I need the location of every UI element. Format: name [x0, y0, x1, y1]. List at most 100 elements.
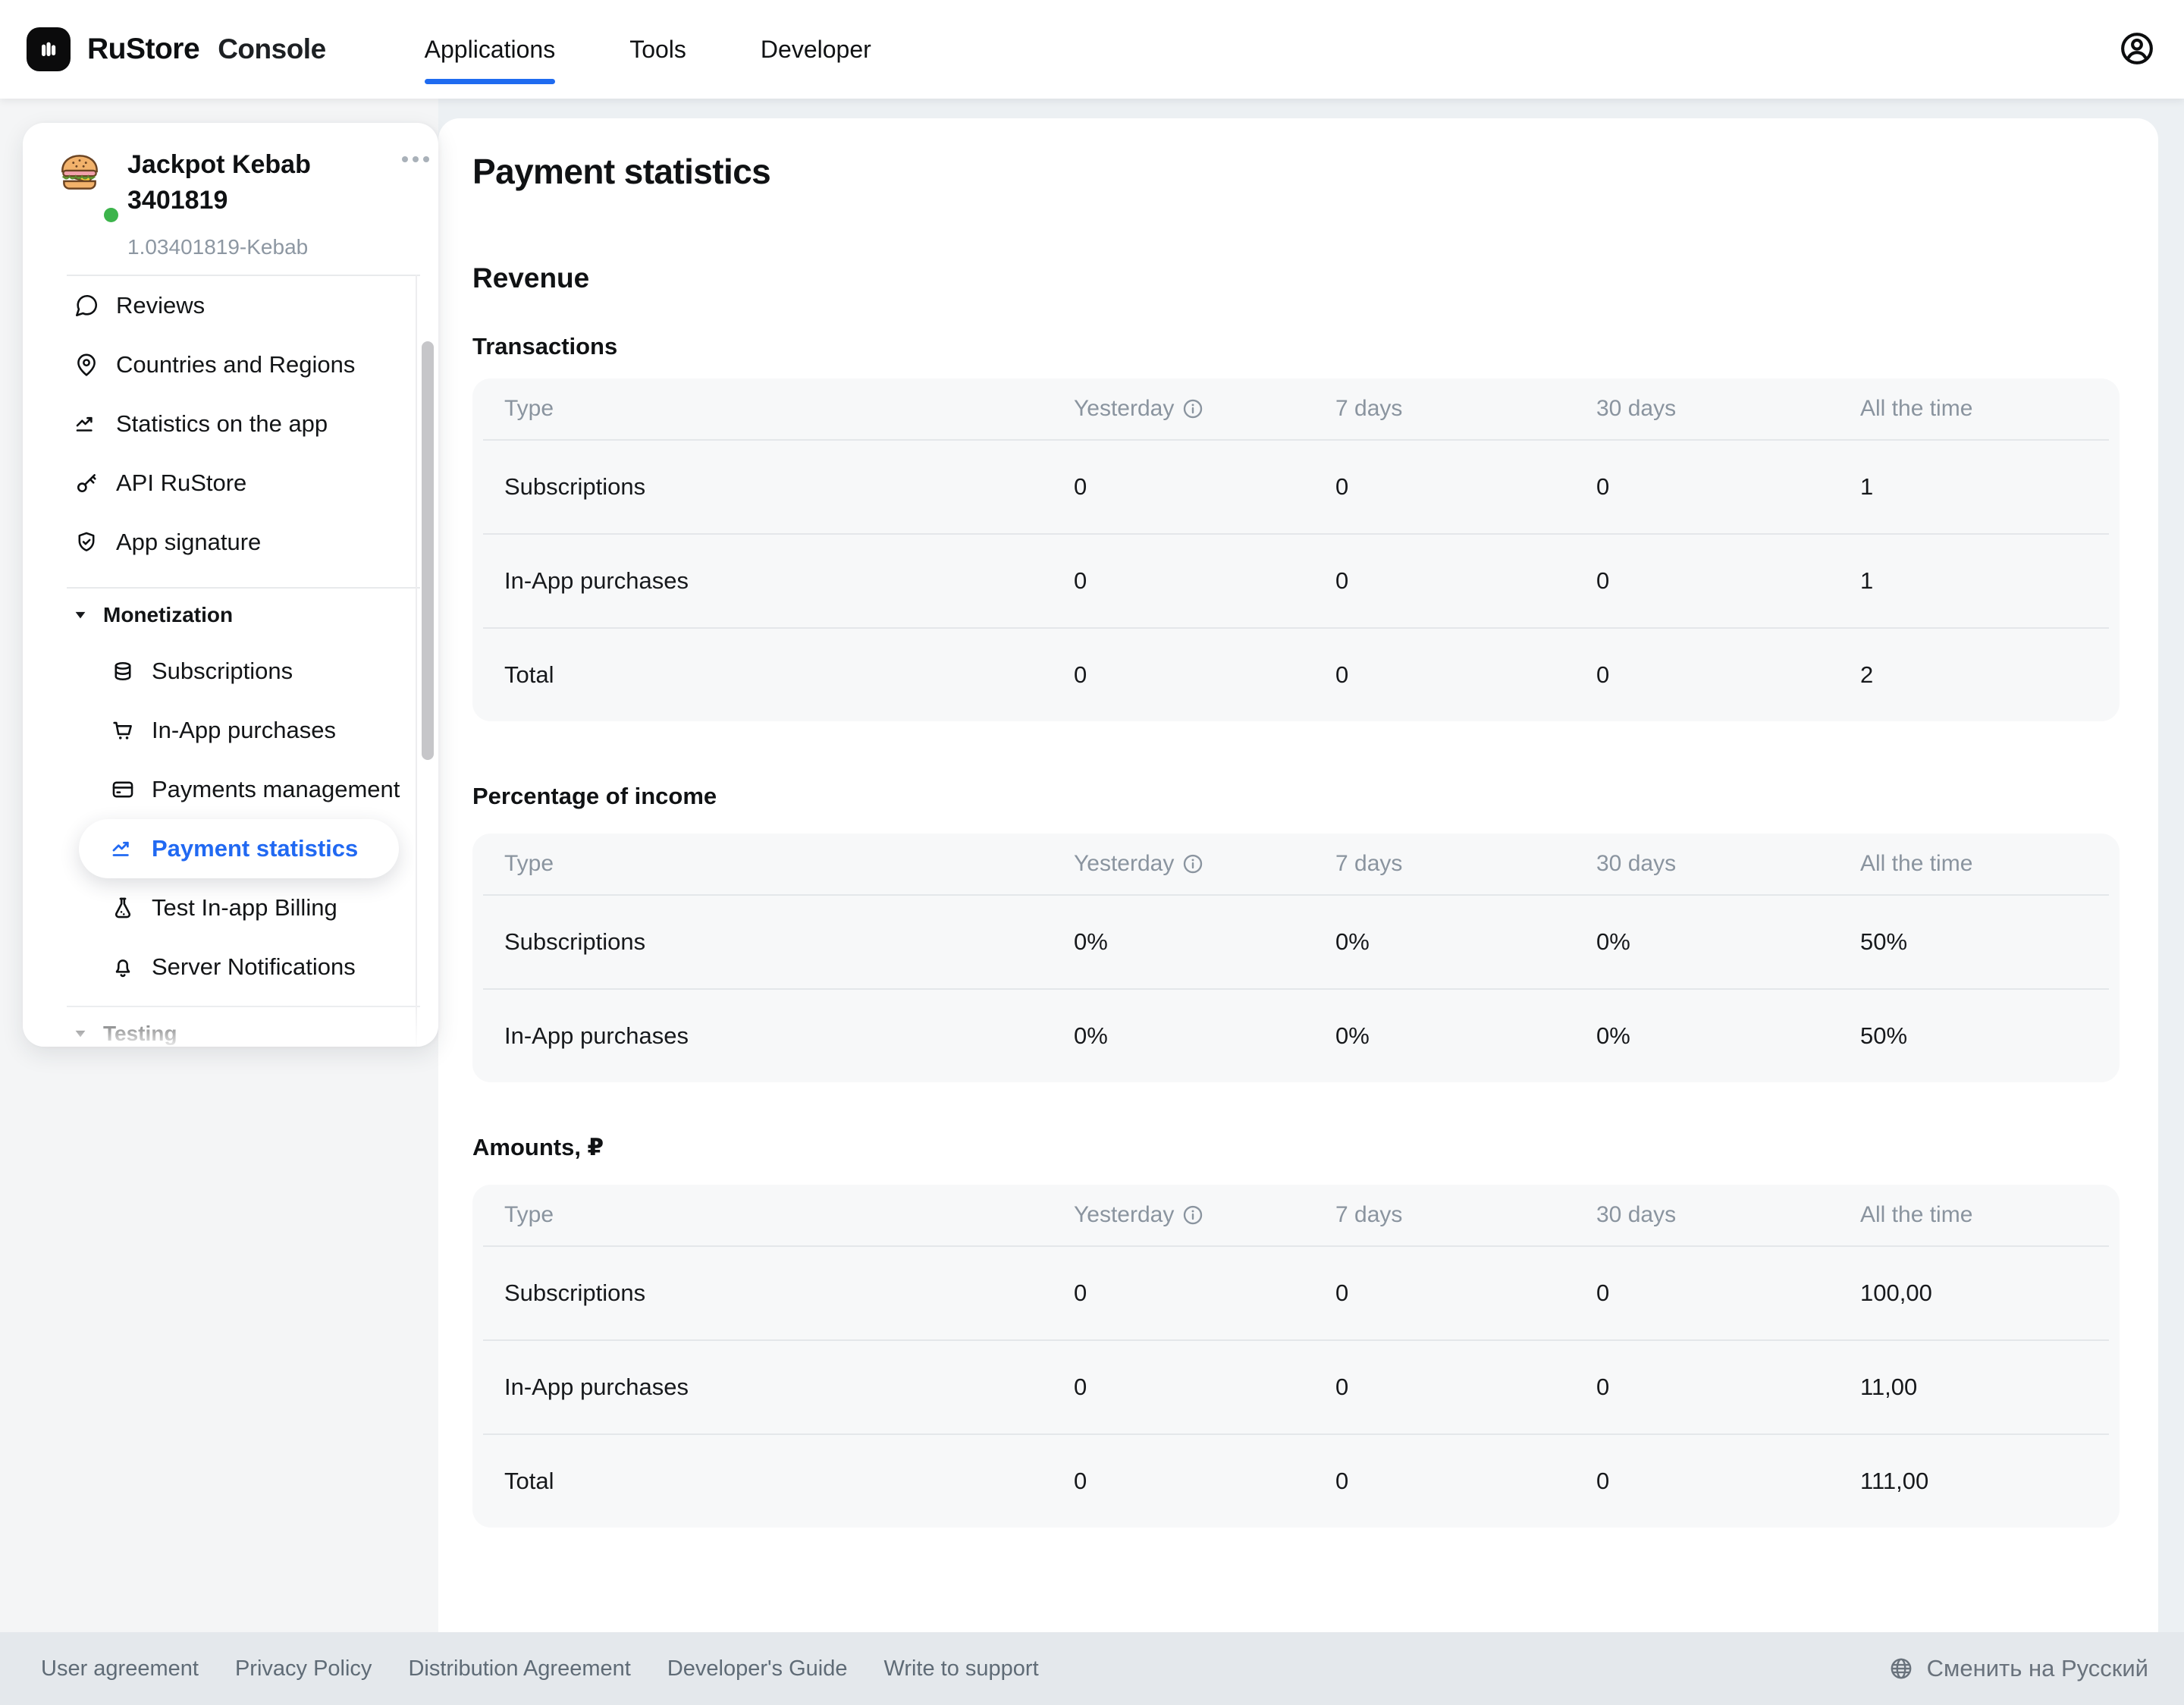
burger-icon [55, 147, 105, 197]
footer-link-distribution-agreement[interactable]: Distribution Agreement [408, 1656, 630, 1681]
table-row: In-App purchases0001 [472, 535, 2120, 627]
table-cell: 0 [1596, 1468, 1860, 1495]
nav-applications[interactable]: Applications [425, 0, 556, 99]
sidebar-item-server-notifications[interactable]: Server Notifications [23, 937, 438, 997]
column-header: 7 days [1335, 1202, 1596, 1228]
table-cell: 0 [1074, 567, 1335, 595]
table-cell: 0% [1596, 928, 1860, 956]
flask-icon [110, 895, 136, 921]
app-status-dot [104, 208, 118, 222]
column-header: All the time [1860, 396, 2120, 422]
key-icon [74, 470, 99, 496]
rustore-logo-icon[interactable] [27, 27, 71, 71]
table-cell: 1 [1860, 473, 2120, 501]
table-cell: 0 [1596, 1280, 1860, 1307]
language-switch-label: Сменить на Русский [1927, 1655, 2148, 1682]
sidebar-item-countries-and-regions[interactable]: Countries and Regions [23, 335, 438, 394]
sidebar-item-label: Statistics on the app [116, 410, 328, 438]
footer: User agreement Privacy Policy Distributi… [0, 1632, 2184, 1705]
table-cell: 0% [1596, 1022, 1860, 1050]
sidebar-item-in-app-purchases[interactable]: In-App purchases [23, 701, 438, 760]
column-header: Type [504, 396, 1074, 422]
table-cell: 50% [1860, 1022, 2120, 1050]
scrollbar-thumb[interactable] [422, 341, 434, 760]
info-icon[interactable] [1181, 1204, 1204, 1226]
transactions-table: TypeYesterday7 days30 daysAll the time Su… [472, 378, 2120, 721]
table-cell: 0% [1335, 1022, 1596, 1050]
column-header: 30 days [1596, 1202, 1860, 1228]
chat-icon [74, 293, 99, 319]
column-header: 30 days [1596, 851, 1860, 877]
table-cell: 1 [1860, 567, 2120, 595]
amounts-heading: Amounts, ₽ [472, 1133, 2158, 1162]
sidebar-item-subscriptions[interactable]: Subscriptions [23, 642, 438, 701]
table-cell: 0% [1074, 928, 1335, 956]
app-sidebar: Jackpot Kebab 3401819 1.03401819-Kebab R… [23, 123, 438, 1047]
table-cell: 0 [1596, 1374, 1860, 1401]
footer-link-user-agreement[interactable]: User agreement [41, 1656, 199, 1681]
table-cell: 0 [1335, 1468, 1596, 1495]
sidebar-item-label: Payment statistics [152, 835, 358, 862]
nav-tools[interactable]: Tools [629, 0, 686, 99]
table-cell: 11,00 [1860, 1374, 2120, 1401]
main-nav: Applications Tools Developer [425, 0, 871, 99]
table-cell: Total [504, 661, 1074, 689]
sidebar-item-label: App signature [116, 529, 261, 556]
table-row: Subscriptions0%0%0%50% [472, 896, 2120, 988]
sidebar-item-reviews[interactable]: Reviews [23, 276, 438, 335]
table-cell: 0 [1335, 1374, 1596, 1401]
scrollbar-track [416, 275, 417, 1047]
section-monetization[interactable]: Monetization [23, 589, 438, 642]
chevron-down-icon [72, 1025, 89, 1042]
table-cell: 0 [1335, 661, 1596, 689]
table-cell: 0 [1074, 1468, 1335, 1495]
sidebar-item-payment-statistics[interactable]: Payment statistics [79, 819, 399, 878]
trend-icon [110, 836, 136, 862]
sidebar-item-label: Reviews [116, 292, 205, 319]
top-header: RuStore Console Applications Tools Devel… [0, 0, 2184, 99]
footer-link-write-to-support[interactable]: Write to support [883, 1656, 1038, 1681]
kebab-menu-icon[interactable] [402, 156, 429, 162]
info-icon[interactable] [1181, 397, 1204, 420]
sidebar-item-statistics-on-the-app[interactable]: Statistics on the app [23, 394, 438, 454]
table-header-row: TypeYesterday7 days30 daysAll the time [472, 378, 2120, 439]
cart-icon [110, 717, 136, 743]
column-header: Yesterday [1074, 851, 1335, 877]
table-cell: Subscriptions [504, 1280, 1074, 1307]
table-row: Total0002 [472, 629, 2120, 721]
account-icon[interactable] [2117, 29, 2157, 68]
trend-icon [74, 411, 99, 437]
globe-icon [1888, 1656, 1914, 1681]
credit-card-icon [110, 777, 136, 802]
section-testing[interactable]: Testing [23, 1007, 438, 1047]
shield-check-icon [74, 529, 99, 555]
percentage-of-income-heading: Percentage of income [472, 782, 2158, 811]
column-header: Yesterday [1074, 396, 1335, 422]
sidebar-item-test-in-app-billing[interactable]: Test In-app Billing [23, 878, 438, 937]
language-switch[interactable]: Сменить на Русский [1888, 1655, 2148, 1682]
table-row: Subscriptions000100,00 [472, 1247, 2120, 1339]
table-cell: 0 [1335, 473, 1596, 501]
sidebar-item-payments-management[interactable]: Payments management [23, 760, 438, 819]
table-cell: 2 [1860, 661, 2120, 689]
info-icon[interactable] [1181, 852, 1204, 875]
sidebar-item-label: Countries and Regions [116, 351, 355, 378]
table-row: In-App purchases00011,00 [472, 1341, 2120, 1433]
nav-developer[interactable]: Developer [761, 0, 871, 99]
table-cell: 0 [1074, 1374, 1335, 1401]
footer-link-privacy-policy[interactable]: Privacy Policy [235, 1656, 372, 1681]
table-cell: 0 [1335, 567, 1596, 595]
sidebar-item-label: Test In-app Billing [152, 894, 337, 922]
sidebar-item-app-signature[interactable]: App signature [23, 513, 438, 572]
map-pin-icon [74, 352, 99, 378]
revenue-heading: Revenue [472, 262, 2158, 294]
column-header: Type [504, 851, 1074, 877]
page-title: Payment statistics [472, 152, 2158, 191]
footer-link-developers-guide[interactable]: Developer's Guide [667, 1656, 848, 1681]
sidebar-item-api-rustore[interactable]: API RuStore [23, 454, 438, 513]
sidebar-item-label: API RuStore [116, 469, 246, 497]
sidebar-item-label: Payments management [152, 776, 400, 803]
table-cell: Subscriptions [504, 473, 1074, 501]
app-card: Jackpot Kebab 3401819 1.03401819-Kebab [23, 123, 438, 275]
main-content: Payment statistics Revenue Transactions … [438, 118, 2158, 1632]
